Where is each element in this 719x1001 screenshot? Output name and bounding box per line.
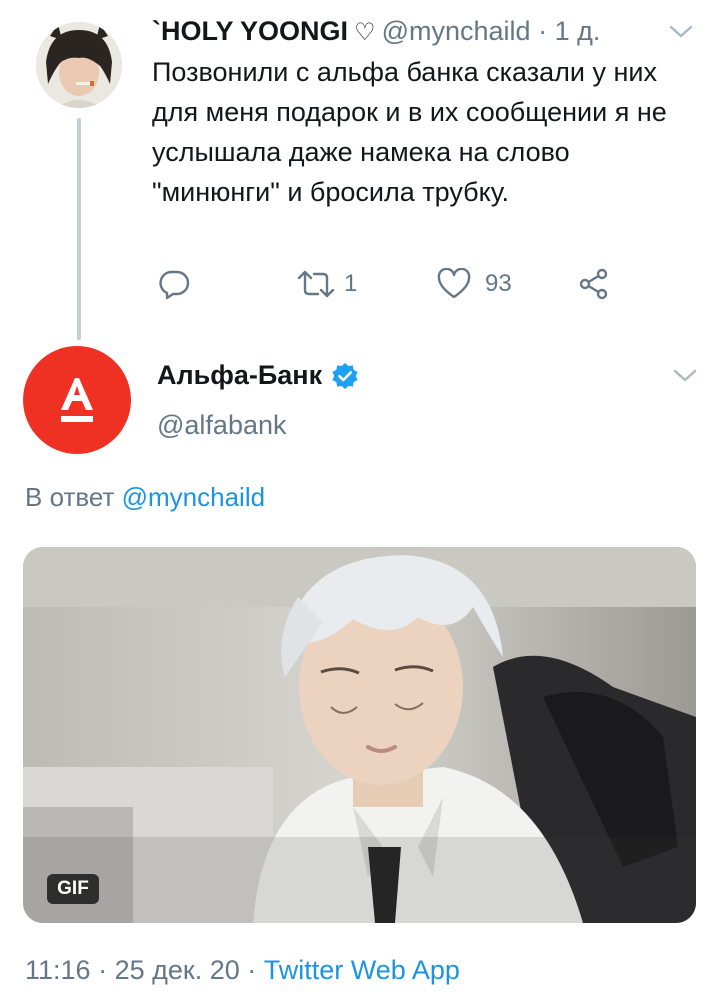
alfa-bank-avatar[interactable] [23,346,131,454]
reply-icon [159,270,190,300]
meta-separator: · [247,955,257,985]
tweet-header: `HOLY YOONGI ♡ @mynchaild · 1 д. [152,16,600,47]
retweet-button[interactable]: 1 [296,262,357,306]
gif-media[interactable] [23,547,696,923]
heart-icon [437,268,471,299]
tweet-time[interactable]: 1 д. [555,16,601,46]
header-separator: · [538,16,548,46]
reply-to-link[interactable]: @mynchaild [122,482,265,512]
retweet-count: 1 [344,270,358,297]
avatar-image [36,22,122,108]
reply-author[interactable]: Альфа-Банк [157,360,359,391]
alfa-bank-logo [61,378,93,422]
reply-prefix: В ответ [25,482,115,512]
verified-badge-icon [332,362,358,389]
source-app-link[interactable]: Twitter Web App [264,955,460,985]
meta-separator: · [98,955,108,985]
gif-frame-image [23,547,696,923]
tweet-author-handle[interactable]: @mynchaild [382,16,531,46]
like-count: 93 [485,270,512,297]
reply-time: 11:16 [25,955,91,985]
gif-badge: GIF [47,874,99,904]
share-icon [579,268,608,300]
chevron-down-icon[interactable] [673,369,697,383]
reply-author-name[interactable]: Альфа-Банк [157,360,322,391]
tweet-text: Позвонили с альфа банка сказали у них дл… [152,57,667,207]
user-avatar[interactable] [36,22,122,108]
reply-button[interactable] [158,262,190,306]
thread-connector-line [77,118,81,340]
tweet-meta: 11:16 · 25 дек. 20 · Twitter Web App [25,955,460,986]
share-button[interactable] [578,262,610,306]
reply-date: 25 дек. 20 [114,955,240,985]
reply-context: В ответ @mynchaild [25,482,265,513]
tweet-author-name[interactable]: `HOLY YOONGI [152,16,348,46]
like-button[interactable]: 93 [437,262,512,306]
retweet-icon [297,270,335,298]
heart-symbol: ♡ [354,19,376,46]
reply-author-handle[interactable]: @alfabank [157,410,287,441]
chevron-down-icon[interactable] [669,25,693,39]
